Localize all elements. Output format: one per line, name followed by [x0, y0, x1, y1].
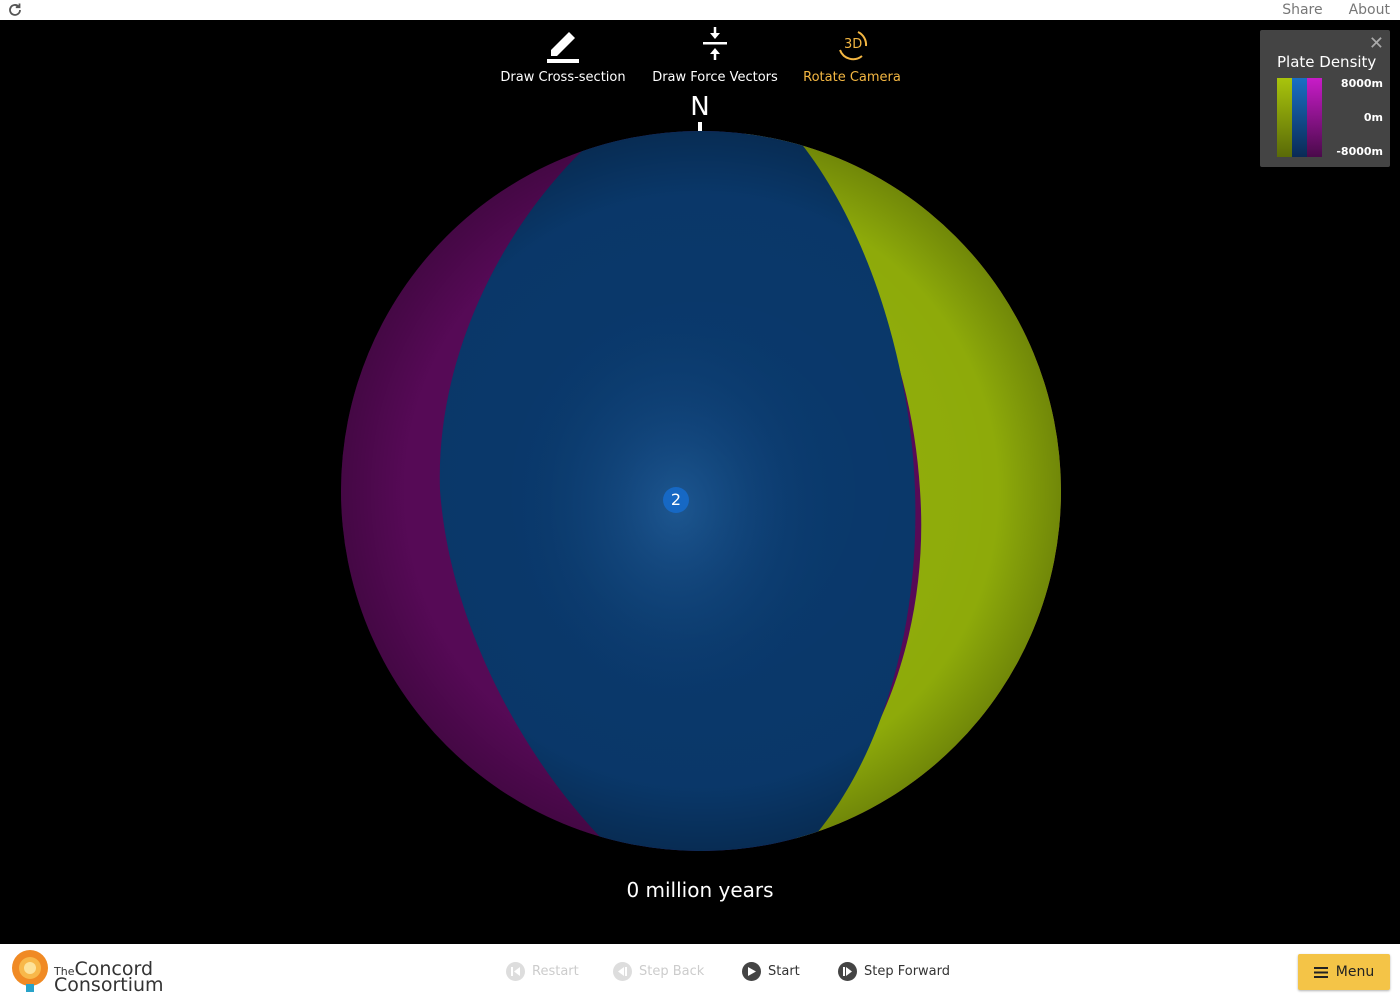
legend-bar-purple: [1307, 78, 1322, 157]
legend-bar-green: [1277, 78, 1292, 157]
legend-bar-blue: [1292, 78, 1307, 157]
north-label: N: [690, 92, 710, 122]
tool-label: Draw Cross-section: [500, 70, 626, 85]
logo-text-line2: Consortium: [54, 974, 164, 996]
legend-max: 8000m: [1340, 77, 1383, 90]
menu-label: Menu: [1335, 964, 1375, 980]
bottom-bar: TheConcord Consortium Restart Step Back …: [0, 944, 1400, 1000]
step-back-icon: [613, 962, 632, 981]
start-button[interactable]: Start: [742, 962, 800, 981]
rotate-camera-button[interactable]: 3D Rotate Camera: [803, 24, 901, 85]
step-back-label: Step Back: [639, 964, 705, 979]
draw-cross-section-button[interactable]: Draw Cross-section: [499, 24, 627, 85]
compress-arrows-icon: [651, 24, 779, 64]
step-forward-icon: [838, 962, 857, 981]
rotate-3d-text: 3D: [844, 37, 862, 52]
legend-bars: [1277, 78, 1322, 157]
start-label: Start: [768, 964, 800, 979]
hamburger-icon: [1313, 966, 1328, 978]
about-link[interactable]: About: [1349, 2, 1390, 18]
share-link[interactable]: Share: [1282, 2, 1322, 18]
restart-button[interactable]: Restart: [506, 962, 579, 981]
menu-button[interactable]: Menu: [1298, 954, 1390, 990]
play-icon: [742, 962, 761, 981]
lightbulb-logo-icon: [12, 950, 48, 992]
top-bar: Share About: [0, 0, 1400, 20]
step-forward-button[interactable]: Step Forward: [838, 962, 950, 981]
tool-label: Draw Force Vectors: [652, 70, 778, 85]
restart-icon: [506, 962, 525, 981]
top-links: Share About: [1282, 0, 1390, 20]
step-back-button[interactable]: Step Back: [613, 962, 704, 981]
plate-number-badge[interactable]: 2: [663, 487, 689, 513]
reload-icon[interactable]: [7, 2, 23, 18]
step-forward-label: Step Forward: [864, 964, 951, 979]
plate-density-legend: ✕ Plate Density 8000m 0m -8000m: [1260, 30, 1390, 167]
concord-logo[interactable]: TheConcord Consortium: [8, 948, 168, 996]
restart-label: Restart: [532, 964, 579, 979]
close-icon[interactable]: ✕: [1369, 34, 1384, 54]
time-label: 0 million years: [626, 878, 774, 902]
rotate-3d-icon: 3D: [803, 24, 901, 64]
simulation-stage[interactable]: Draw Cross-section Draw Force Vectors 3D…: [0, 20, 1400, 944]
globe[interactable]: [340, 130, 1062, 852]
legend-min: -8000m: [1336, 145, 1383, 158]
pencil-icon: [499, 24, 627, 64]
tool-label: Rotate Camera: [803, 70, 901, 85]
legend-title: Plate Density: [1277, 53, 1377, 71]
legend-mid: 0m: [1363, 111, 1383, 124]
draw-force-vectors-button[interactable]: Draw Force Vectors: [651, 24, 779, 85]
